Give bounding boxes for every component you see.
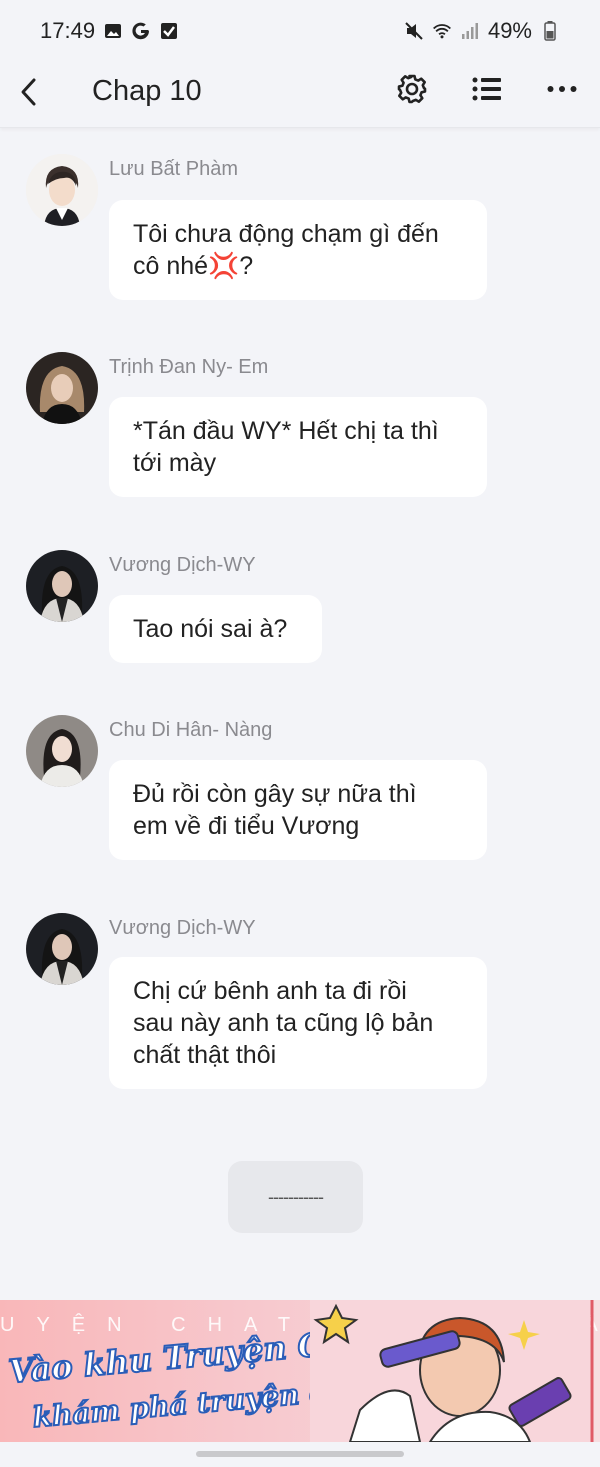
chapter-list-button[interactable] (470, 72, 504, 106)
banner-illustration (310, 1300, 594, 1442)
app-bar: Chap 10 (0, 62, 600, 128)
chapter-end-divider[interactable]: ----------- (228, 1161, 363, 1233)
promo-banner[interactable]: UYỆN CHAT KHÁM PHÁ Vào khu Truyện Chat, … (0, 1300, 600, 1442)
message-text-line: Đủ rồi còn gây sự nữa thì (133, 780, 417, 808)
message-bubble[interactable]: Chị cứ bênh anh ta đi rồi sau này anh ta… (109, 957, 487, 1089)
more-options-button[interactable] (545, 72, 579, 106)
sender-name: Chu Di Hân- Nàng (109, 719, 273, 741)
wifi-icon (432, 21, 452, 41)
message-bubble[interactable]: *Tán đầu WY* Hết chị ta thì tới mày (109, 397, 487, 497)
message-text-line: tới mày (133, 449, 217, 477)
check-icon (159, 21, 179, 41)
gear-icon (397, 74, 427, 104)
signal-icon (460, 21, 480, 41)
message-bubble[interactable]: Tao nói sai à? (109, 595, 322, 663)
back-icon (21, 78, 36, 106)
message-text-line: chất thật thôi (133, 1041, 277, 1069)
message-text-line: Tao nói sai à? (133, 615, 288, 643)
sender-name: Lưu Bất Phàm (109, 158, 239, 180)
sender-name: Vương Dịch-WY (109, 554, 256, 576)
message-text-line: Tôi chưa động chạm gì đến (133, 220, 439, 248)
avatar[interactable] (26, 352, 98, 424)
mute-icon (404, 21, 424, 41)
status-right: 49% (404, 18, 560, 44)
home-indicator[interactable] (196, 1451, 404, 1457)
message-bubble[interactable]: Đủ rồi còn gây sự nữa thì em về đi tiểu … (109, 760, 487, 860)
message-text-line: em về đi tiểu Vương (133, 812, 360, 840)
message-text-line: Chị cứ bênh anh ta đi rồi (133, 977, 407, 1005)
message-text-line: sau này anh ta cũng lộ bản (133, 1009, 434, 1037)
avatar[interactable] (26, 913, 98, 985)
google-icon (131, 21, 151, 41)
gallery-icon (103, 21, 123, 41)
avatar[interactable] (26, 154, 98, 226)
avatar[interactable] (26, 550, 98, 622)
avatar[interactable] (26, 715, 98, 787)
battery-icon (540, 21, 560, 41)
status-left: 17:49 (40, 18, 179, 44)
message-bubble[interactable]: Tôi chưa động chạm gì đến cô nhé💢? (109, 200, 487, 300)
sender-name: Vương Dịch-WY (109, 917, 256, 939)
status-time: 17:49 (40, 18, 96, 43)
sender-name: Trịnh Đan Ny- Em (109, 356, 269, 378)
list-icon (472, 77, 501, 101)
message-text-line: cô nhé💢? (133, 252, 254, 280)
more-icon (547, 86, 577, 92)
status-bar: 17:49 49% (0, 0, 600, 62)
settings-button[interactable] (395, 72, 429, 106)
battery-percent: 49% (487, 18, 532, 43)
back-button[interactable] (14, 72, 44, 112)
message-text-line: *Tán đầu WY* Hết chị ta thì (133, 417, 439, 445)
page-title: Chap 10 (92, 75, 202, 107)
divider-label: ----------- (268, 1186, 324, 1207)
